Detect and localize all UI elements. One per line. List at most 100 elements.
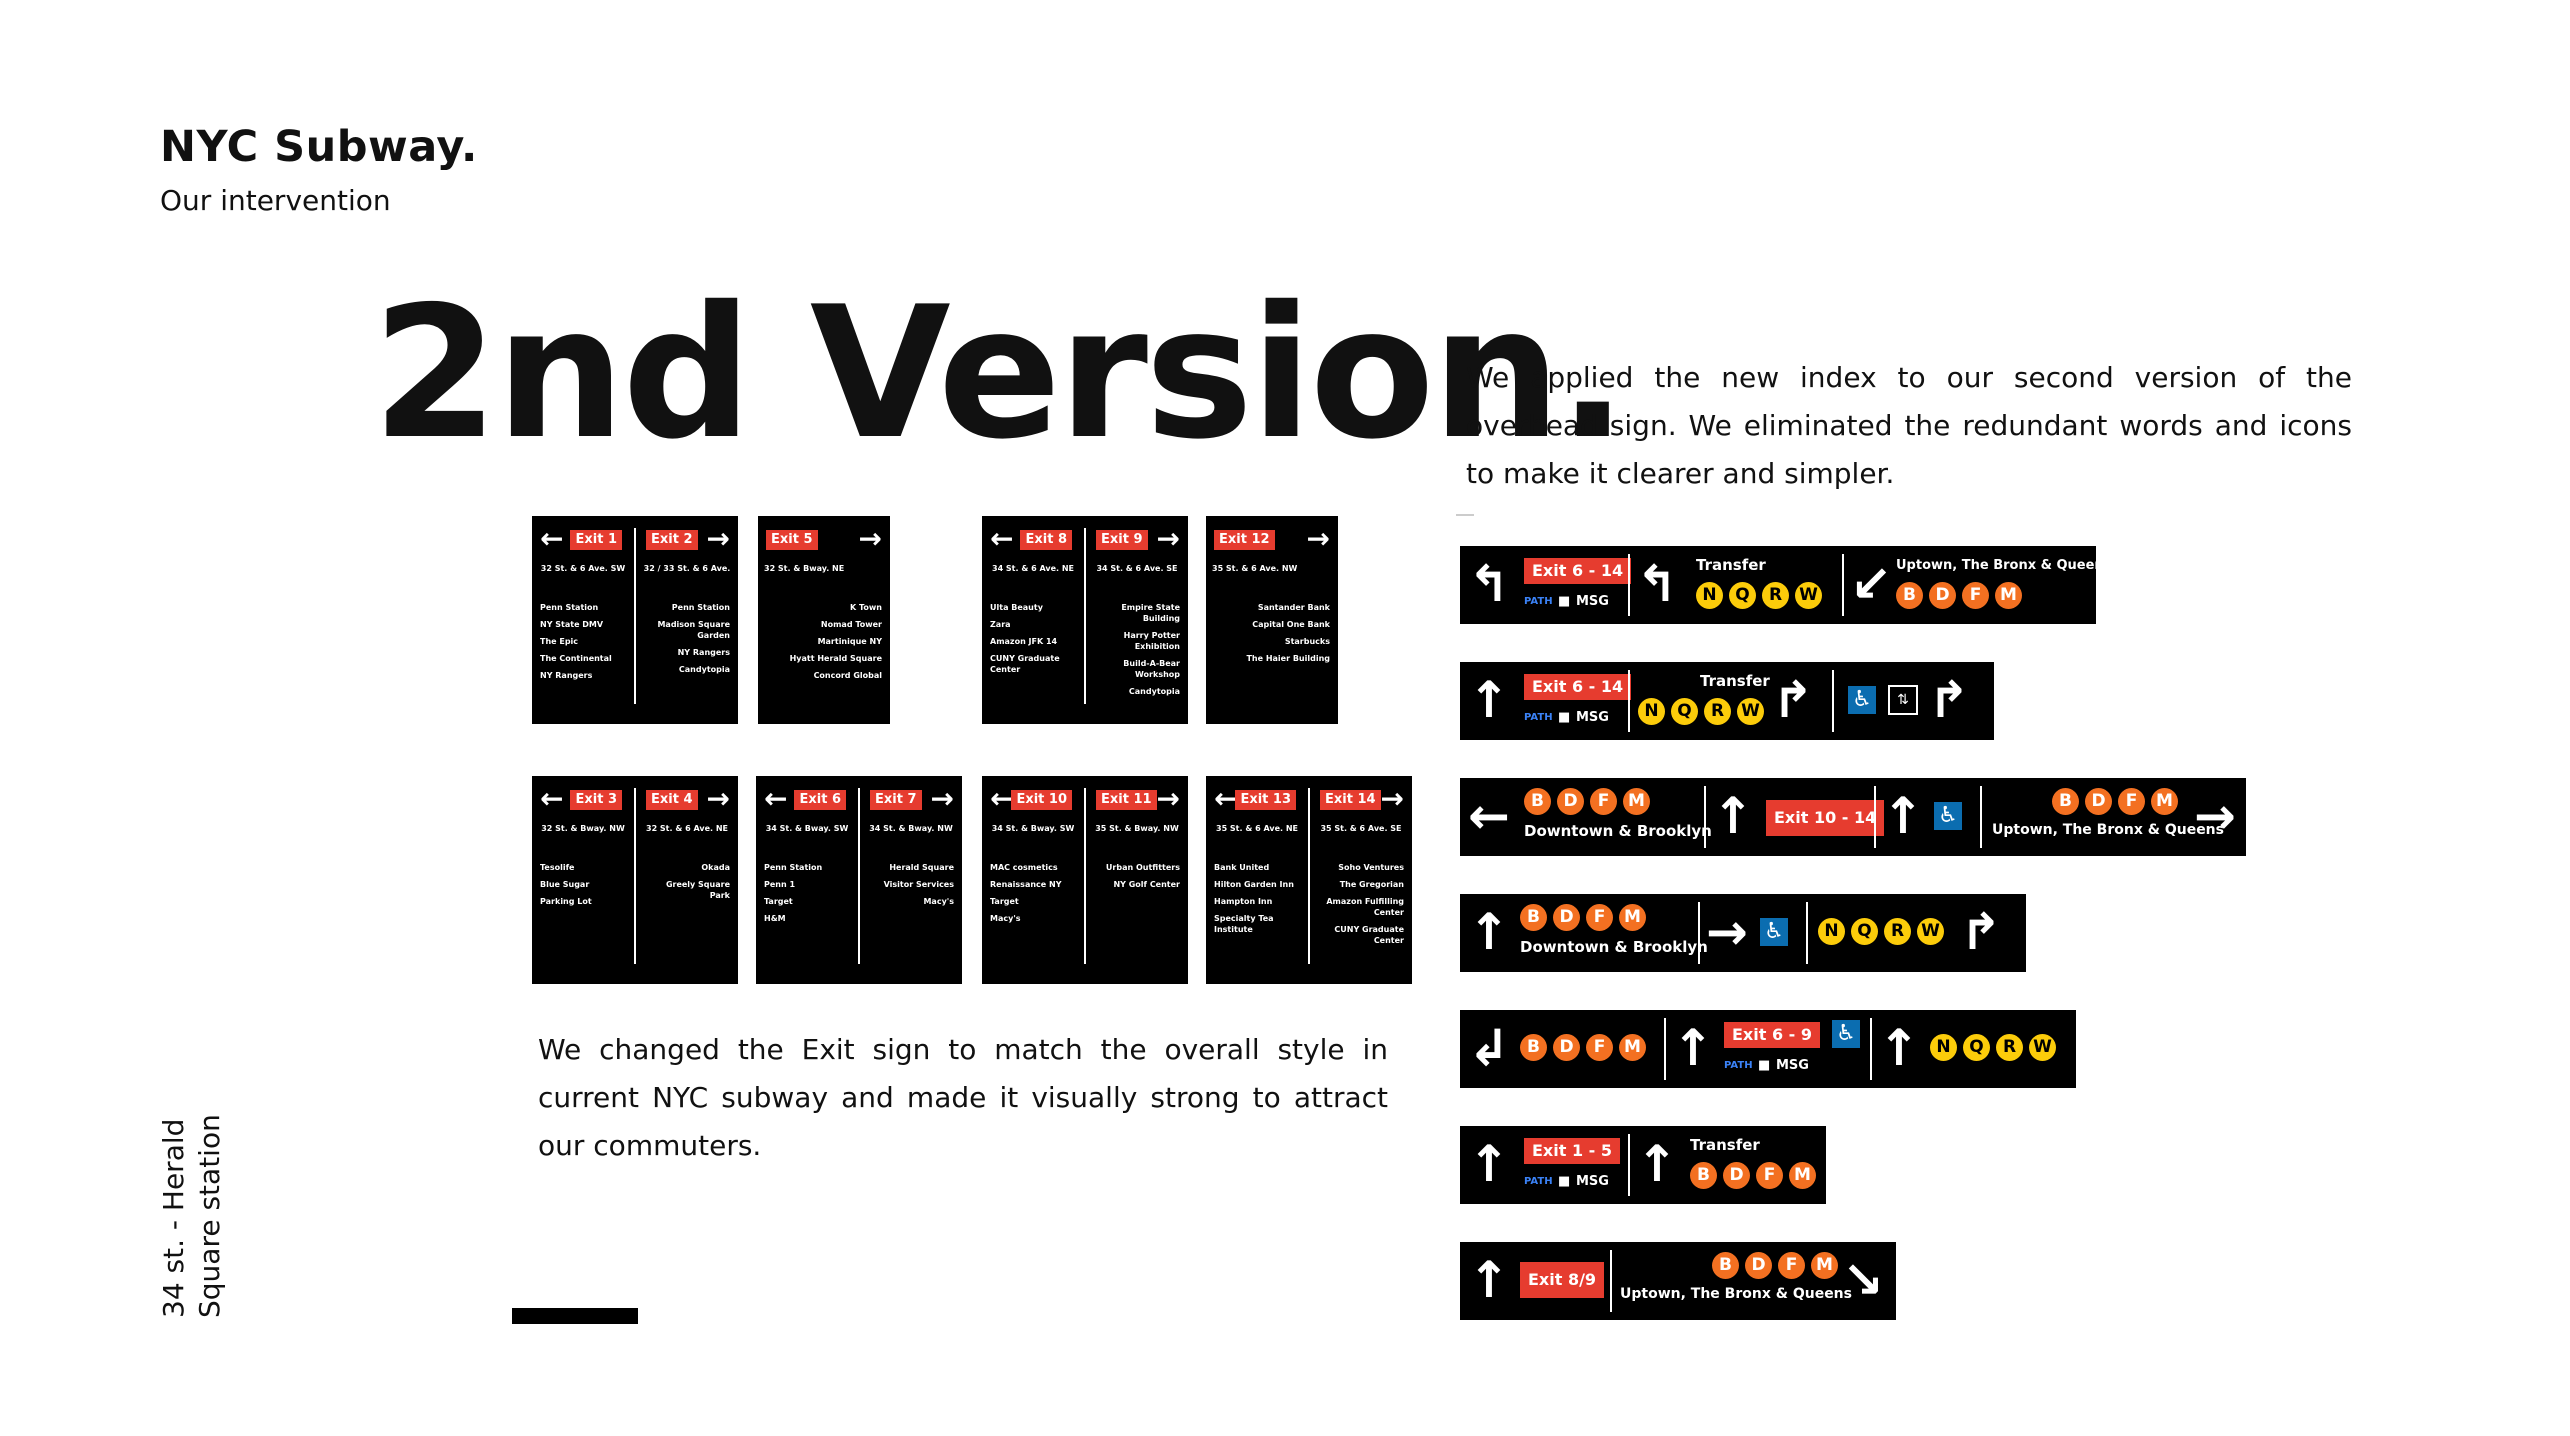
- destination-list: Soho Ventures The Gregorian Amazon Fulfi…: [1318, 862, 1404, 952]
- destination-list: Penn Station Penn 1 Target H&M: [764, 862, 850, 930]
- line-bullet: D: [2085, 788, 2112, 815]
- exit-badge: Exit 6 - 9: [1724, 1022, 1820, 1048]
- arrow-turn-back-icon: ↰: [1468, 555, 1510, 613]
- msg-icon: ■: [1558, 594, 1571, 609]
- exit-badge: Exit 6 - 14: [1524, 558, 1632, 584]
- street-label: 32 St. & 6 Ave. NE: [646, 824, 728, 833]
- overhead-sign-1: ↰ Exit 6 - 14 PATH ■ MSG ↰ Transfer NQRW…: [1460, 546, 2111, 624]
- panel-left-col: ← Exit 1 32 St. & 6 Ave. SW Penn Station …: [532, 516, 634, 724]
- yellow-line-bullets: NQRW: [1638, 698, 1770, 725]
- accessibility-icon: ♿: [1848, 686, 1876, 714]
- destination-label: Uptown, The Bronx & Queens: [1620, 1286, 1852, 1302]
- destination-list: Santander Bank Capital One Bank Starbuck…: [1214, 602, 1330, 670]
- arrow-left-icon: ←: [1468, 787, 1510, 845]
- exit-panel-3-4: ← Exit 3 32 St. & Bway. NW Tesolife Blue …: [532, 776, 738, 984]
- arrow-turn-back-icon: ↰: [1636, 555, 1678, 613]
- page-title: NYC Subway.: [160, 122, 478, 172]
- list-item: Hampton Inn: [1214, 897, 1273, 906]
- panel-left-col: ← Exit 6 34 St. & Bway. SW Penn Station P…: [756, 776, 858, 984]
- panel-right-col: Exit 9 → 34 St. & 6 Ave. SE Empire State …: [1086, 516, 1188, 724]
- list-item: H&M: [764, 914, 786, 923]
- msg-label: MSG: [1576, 594, 1609, 609]
- list-item: Macy's: [923, 897, 954, 906]
- panel-right-col: Exit 11 → 35 St. & Bway. NW Urban Outfitt…: [1086, 776, 1188, 984]
- line-bullet: W: [2029, 1034, 2056, 1061]
- station-label: 34 st. - Herald Square station: [157, 1114, 226, 1318]
- line-bullet: B: [1520, 1034, 1547, 1061]
- overhead-sign-5: ↲ BDFM ↑ Exit 6 - 9 ♿ PATH ■ MSG ↑ NQRW: [1460, 1010, 2076, 1088]
- destination-list: MAC cosmetics Renaissance NY Target Macy…: [990, 862, 1076, 930]
- sign-divider: [1628, 1134, 1630, 1196]
- street-label: 35 St. & Bway. NW: [1095, 824, 1179, 833]
- line-bullet: B: [1712, 1252, 1739, 1279]
- line-bullet: Q: [1729, 582, 1756, 609]
- panel-right-col: Exit 7 → 34 St. & Bway. NW Herald Square …: [860, 776, 962, 984]
- list-item: Empire State Building: [1121, 603, 1180, 623]
- accessibility-icon: ♿: [1934, 802, 1962, 830]
- list-item: CUNY Graduate Center: [1334, 925, 1404, 945]
- arrow-left-icon: ←: [1214, 782, 1238, 815]
- arrow-up-icon: ↑: [1468, 1135, 1510, 1193]
- destination-list: Herald Square Visitor Services Macy's: [868, 862, 954, 913]
- list-item: Visitor Services: [883, 880, 954, 889]
- yellow-line-bullets: NQRW: [1696, 582, 1828, 609]
- list-item: NY Rangers: [540, 671, 593, 680]
- street-label: 35 St. & 6 Ave. SE: [1320, 824, 1402, 833]
- arrow-turn-up-icon: ↱: [1928, 671, 1970, 729]
- line-bullet: F: [1586, 1034, 1613, 1061]
- exit-badge: Exit 6: [794, 790, 846, 810]
- arrow-right-icon: →: [2194, 787, 2236, 845]
- list-item: The Haier Building: [1246, 654, 1330, 663]
- arrow-up-icon: ↑: [1672, 1019, 1714, 1077]
- list-item: Martinique NY: [817, 637, 882, 646]
- list-item: Target: [764, 897, 793, 906]
- street-label: 34 St. & Bway. NW: [869, 824, 953, 833]
- destination-list: Urban Outfitters NY Golf Center: [1094, 862, 1180, 896]
- list-item: The Gregorian: [1339, 880, 1404, 889]
- msg-label: MSG: [1576, 710, 1609, 725]
- msg-icon: ■: [1758, 1058, 1771, 1073]
- line-bullet: Q: [1671, 698, 1698, 725]
- list-item: Amazon Fulfilling Center: [1326, 897, 1404, 917]
- line-bullet: F: [1778, 1252, 1805, 1279]
- sign-divider: [1698, 902, 1700, 964]
- sign-divider: [1832, 670, 1834, 732]
- arrow-turn-down-left-icon: ↲: [1468, 1019, 1510, 1077]
- arrow-right-icon: →: [1706, 903, 1748, 961]
- exit-badge: Exit 8: [1020, 530, 1072, 550]
- arrow-right-icon: →: [1306, 522, 1330, 555]
- exit-badge: Exit 7: [870, 790, 922, 810]
- path-icon: PATH: [1524, 596, 1553, 607]
- list-item: Urban Outfitters: [1105, 863, 1180, 872]
- msg-label: MSG: [1576, 1174, 1609, 1189]
- exit-badge: Exit 1: [570, 530, 622, 550]
- exit-badge: Exit 9: [1096, 530, 1148, 550]
- overhead-sign-7: ↑ Exit 8/9 BDFM Uptown, The Bronx & Quee…: [1460, 1242, 1896, 1320]
- msg-icon: ■: [1558, 1174, 1571, 1189]
- msg-icon: ■: [1558, 710, 1571, 725]
- path-icon: PATH: [1524, 1176, 1553, 1187]
- divider: [1456, 514, 1474, 516]
- destination-list: Penn Station Madison Square Garden NY Ra…: [644, 602, 730, 681]
- street-label: 34 St. & 6 Ave. SE: [1096, 564, 1178, 573]
- yellow-line-bullets: NQRW: [1818, 918, 1950, 945]
- destination-label: Uptown, The Bronx & Queens: [1896, 558, 2112, 573]
- arrow-up-icon: ↑: [1636, 1135, 1678, 1193]
- line-bullet: N: [1818, 918, 1845, 945]
- list-item: Harry Potter Exhibition: [1123, 631, 1180, 651]
- exit-panel-12: Exit 12 → 35 St. & 6 Ave. NW Santander Ba…: [1206, 516, 1338, 724]
- street-label: 35 St. & 6 Ave. NE: [1216, 824, 1298, 833]
- sign-divider: [1664, 1018, 1666, 1080]
- exit-badge: Exit 6 - 14: [1524, 674, 1632, 700]
- exit-badge: Exit 10 - 14: [1766, 800, 1885, 836]
- exit-badge: Exit 14: [1320, 790, 1381, 810]
- list-item: Target: [990, 897, 1019, 906]
- exit-badge: Exit 8/9: [1520, 1262, 1605, 1298]
- sign-divider: [1704, 786, 1706, 848]
- exit-badge: Exit 11: [1096, 790, 1157, 810]
- list-item: Candytopia: [1128, 687, 1180, 696]
- line-bullet: M: [1811, 1252, 1838, 1279]
- line-bullet: D: [1557, 788, 1584, 815]
- overhead-sign-4: ↑ BDFM Downtown & Brooklyn → ♿ NQRW ↱: [1460, 894, 2026, 972]
- list-item: The Continental: [540, 654, 612, 663]
